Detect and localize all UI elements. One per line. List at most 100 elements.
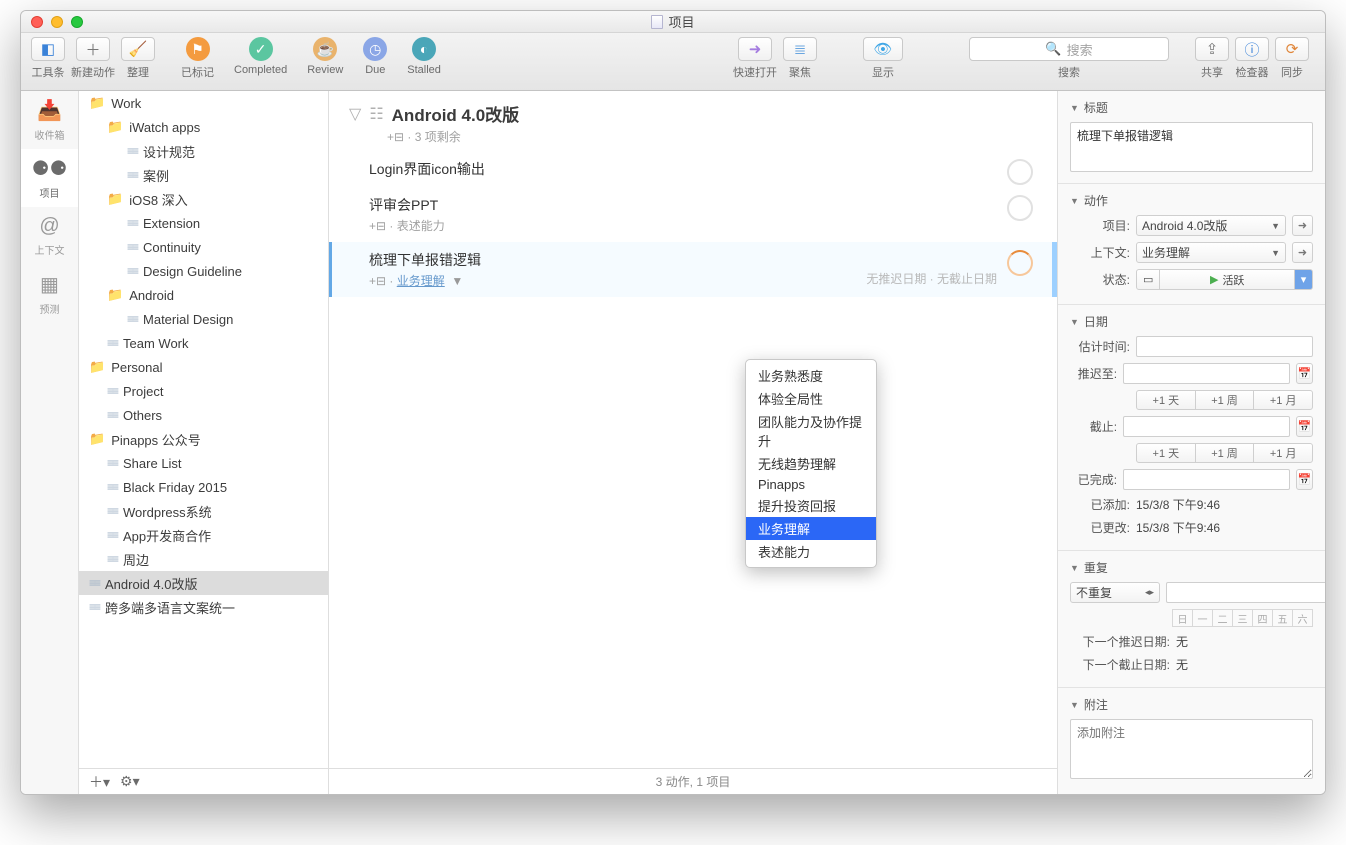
dropdown-item[interactable]: 无线趋势理解 (746, 452, 876, 475)
context-select[interactable]: 业务理解▼ (1136, 242, 1286, 263)
sidebar-item[interactable]: 📁Work (79, 91, 328, 115)
rail-项目[interactable]: ⚈⚈项目 (21, 149, 78, 207)
dropdown-item[interactable]: 体验全局性 (746, 387, 876, 410)
focus-button[interactable]: ≣ (783, 37, 817, 61)
status-dropdown-button[interactable]: ▾ (1295, 269, 1313, 290)
search-input[interactable]: 🔍 搜索 (969, 37, 1169, 61)
weekday[interactable]: 四 (1252, 609, 1273, 627)
dropdown-item[interactable]: 业务熟悉度 (746, 364, 876, 387)
gear-icon[interactable]: ⚙▾ (120, 773, 140, 790)
due-plus-day[interactable]: +1 天 (1136, 443, 1196, 463)
estimate-input[interactable] (1136, 336, 1313, 357)
context-dropdown[interactable]: 业务熟悉度体验全局性团队能力及协作提升无线趋势理解Pinapps提升投资回报业务… (745, 359, 877, 568)
defer-plus-month[interactable]: +1 月 (1253, 390, 1313, 410)
perspective-completed[interactable]: ✓Completed (234, 37, 287, 76)
quickopen-button[interactable]: ➜ (738, 37, 772, 61)
perspective-review[interactable]: ☕Review (307, 37, 343, 76)
sidebar-item[interactable]: 📁Pinapps 公众号 (79, 427, 328, 451)
sidebar-item[interactable]: 📁iOS8 深入 (79, 187, 328, 211)
project-title[interactable]: Android 4.0改版 (392, 101, 520, 126)
calendar-icon[interactable]: 📅 (1296, 363, 1313, 384)
defer-input[interactable] (1123, 363, 1290, 384)
completed-input[interactable] (1123, 469, 1290, 490)
task-row[interactable]: Login界面icon输出 (329, 151, 1057, 187)
sidebar-item[interactable]: ≡≡Project (79, 379, 328, 403)
task-title[interactable]: 梳理下单报错逻辑 (369, 250, 1037, 270)
dropdown-item[interactable]: 提升投资回报 (746, 494, 876, 517)
perspective-已标记[interactable]: ⚑已标记 (181, 37, 214, 80)
title-field[interactable] (1070, 122, 1313, 172)
task-title[interactable]: 评审会PPT (369, 195, 1037, 215)
task-row[interactable]: 梳理下单报错逻辑+⊟ · 业务理解 ▼无推迟日期 · 无截止日期 (329, 242, 1057, 297)
rail-上下文[interactable]: @上下文 (21, 207, 78, 265)
dropdown-item[interactable]: 业务理解 (746, 517, 876, 540)
inspector-section-dates[interactable]: ▼日期 (1070, 313, 1313, 330)
weekday[interactable]: 日 (1172, 609, 1193, 627)
weekday[interactable]: 五 (1272, 609, 1293, 627)
share-button[interactable]: ⇪ (1195, 37, 1229, 61)
sidebar-item[interactable]: 📁Personal (79, 355, 328, 379)
inspector-section-repeat[interactable]: ▼重复 (1070, 559, 1313, 576)
sidebar-item[interactable]: ≡≡Design Guideline (79, 259, 328, 283)
task-context[interactable]: 业务理解 (397, 274, 445, 288)
task-checkbox[interactable] (1007, 250, 1033, 276)
sidebar-item[interactable]: ≡≡Share List (79, 451, 328, 475)
due-plus-month[interactable]: +1 月 (1253, 443, 1313, 463)
inspector-section-action[interactable]: ▼动作 (1070, 192, 1313, 209)
sidebar-item[interactable]: 📁iWatch apps (79, 115, 328, 139)
note-field[interactable] (1070, 719, 1313, 779)
defer-plus-day[interactable]: +1 天 (1136, 390, 1196, 410)
perspective-stalled[interactable]: ◐Stalled (407, 37, 441, 76)
calendar-icon[interactable]: 📅 (1296, 416, 1313, 437)
goto-project-button[interactable]: ➜ (1292, 215, 1313, 236)
project-select[interactable]: Android 4.0改版▼ (1136, 215, 1286, 236)
titlebar[interactable]: 项目 (21, 11, 1325, 33)
task-checkbox[interactable] (1007, 195, 1033, 221)
new-action-button[interactable]: ＋ (76, 37, 110, 61)
weekday[interactable]: 一 (1192, 609, 1213, 627)
defer-plus-week[interactable]: +1 周 (1195, 390, 1255, 410)
sidebar-item[interactable]: ≡≡Team Work (79, 331, 328, 355)
dropdown-item[interactable]: 表述能力 (746, 540, 876, 563)
sync-button[interactable]: ⟳ (1275, 37, 1309, 61)
sidebar-item[interactable]: ≡≡周边 (79, 547, 328, 571)
weekday-picker[interactable]: 日一二三四五六 (1173, 609, 1313, 627)
sidebar-item[interactable]: ≡≡案例 (79, 163, 328, 187)
repeat-select[interactable]: 不重复◂▸ (1070, 582, 1160, 603)
goto-context-button[interactable]: ➜ (1292, 242, 1313, 263)
inspector-section-note[interactable]: ▼附注 (1070, 696, 1313, 713)
cleanup-button[interactable]: 🧹 (121, 37, 155, 61)
chevron-down-icon[interactable]: ▼ (451, 274, 463, 288)
sidebar-item[interactable]: ≡≡设计规范 (79, 139, 328, 163)
project-outline[interactable]: 📁Work📁iWatch apps≡≡设计规范≡≡案例📁iOS8 深入≡≡Ext… (79, 91, 328, 768)
status-flag-button[interactable]: ▭ (1136, 269, 1160, 290)
sidebar-item[interactable]: ≡≡Material Design (79, 307, 328, 331)
sidebar-item[interactable]: ≡≡Others (79, 403, 328, 427)
disclosure-icon[interactable]: ▽ (349, 104, 361, 124)
sidebar-item[interactable]: ≡≡Continuity (79, 235, 328, 259)
status-active-button[interactable]: ▶活跃 (1160, 269, 1295, 290)
weekday[interactable]: 二 (1212, 609, 1233, 627)
dropdown-item[interactable]: 团队能力及协作提升 (746, 410, 876, 452)
sidebar-item[interactable]: ≡≡Black Friday 2015 (79, 475, 328, 499)
dropdown-item[interactable]: Pinapps (746, 475, 876, 494)
sidebar-item[interactable]: ≡≡App开发商合作 (79, 523, 328, 547)
rail-收件箱[interactable]: 📥收件箱 (21, 91, 78, 149)
toggle-sidebar-button[interactable]: ◧ (31, 37, 65, 61)
inspector-section-title[interactable]: ▼标题 (1070, 99, 1313, 116)
weekday[interactable]: 六 (1292, 609, 1313, 627)
task-title[interactable]: Login界面icon输出 (369, 159, 1037, 179)
due-plus-week[interactable]: +1 周 (1195, 443, 1255, 463)
rail-预测[interactable]: ▦预测 (21, 265, 78, 323)
task-row[interactable]: 评审会PPT+⊟ · 表述能力 (329, 187, 1057, 242)
sidebar-item[interactable]: ≡≡Wordpress系统 (79, 499, 328, 523)
sidebar-item[interactable]: ≡≡Extension (79, 211, 328, 235)
sidebar-item[interactable]: ≡≡跨多端多语言文案统一 (79, 595, 328, 619)
view-button[interactable]: 👁 (863, 37, 903, 61)
inspector-button[interactable]: ⓘ (1235, 37, 1269, 61)
add-button[interactable]: ＋▾ (89, 772, 110, 792)
perspective-due[interactable]: ◷Due (363, 37, 387, 76)
calendar-icon[interactable]: 📅 (1296, 469, 1313, 490)
due-input[interactable] (1123, 416, 1290, 437)
task-checkbox[interactable] (1007, 159, 1033, 185)
